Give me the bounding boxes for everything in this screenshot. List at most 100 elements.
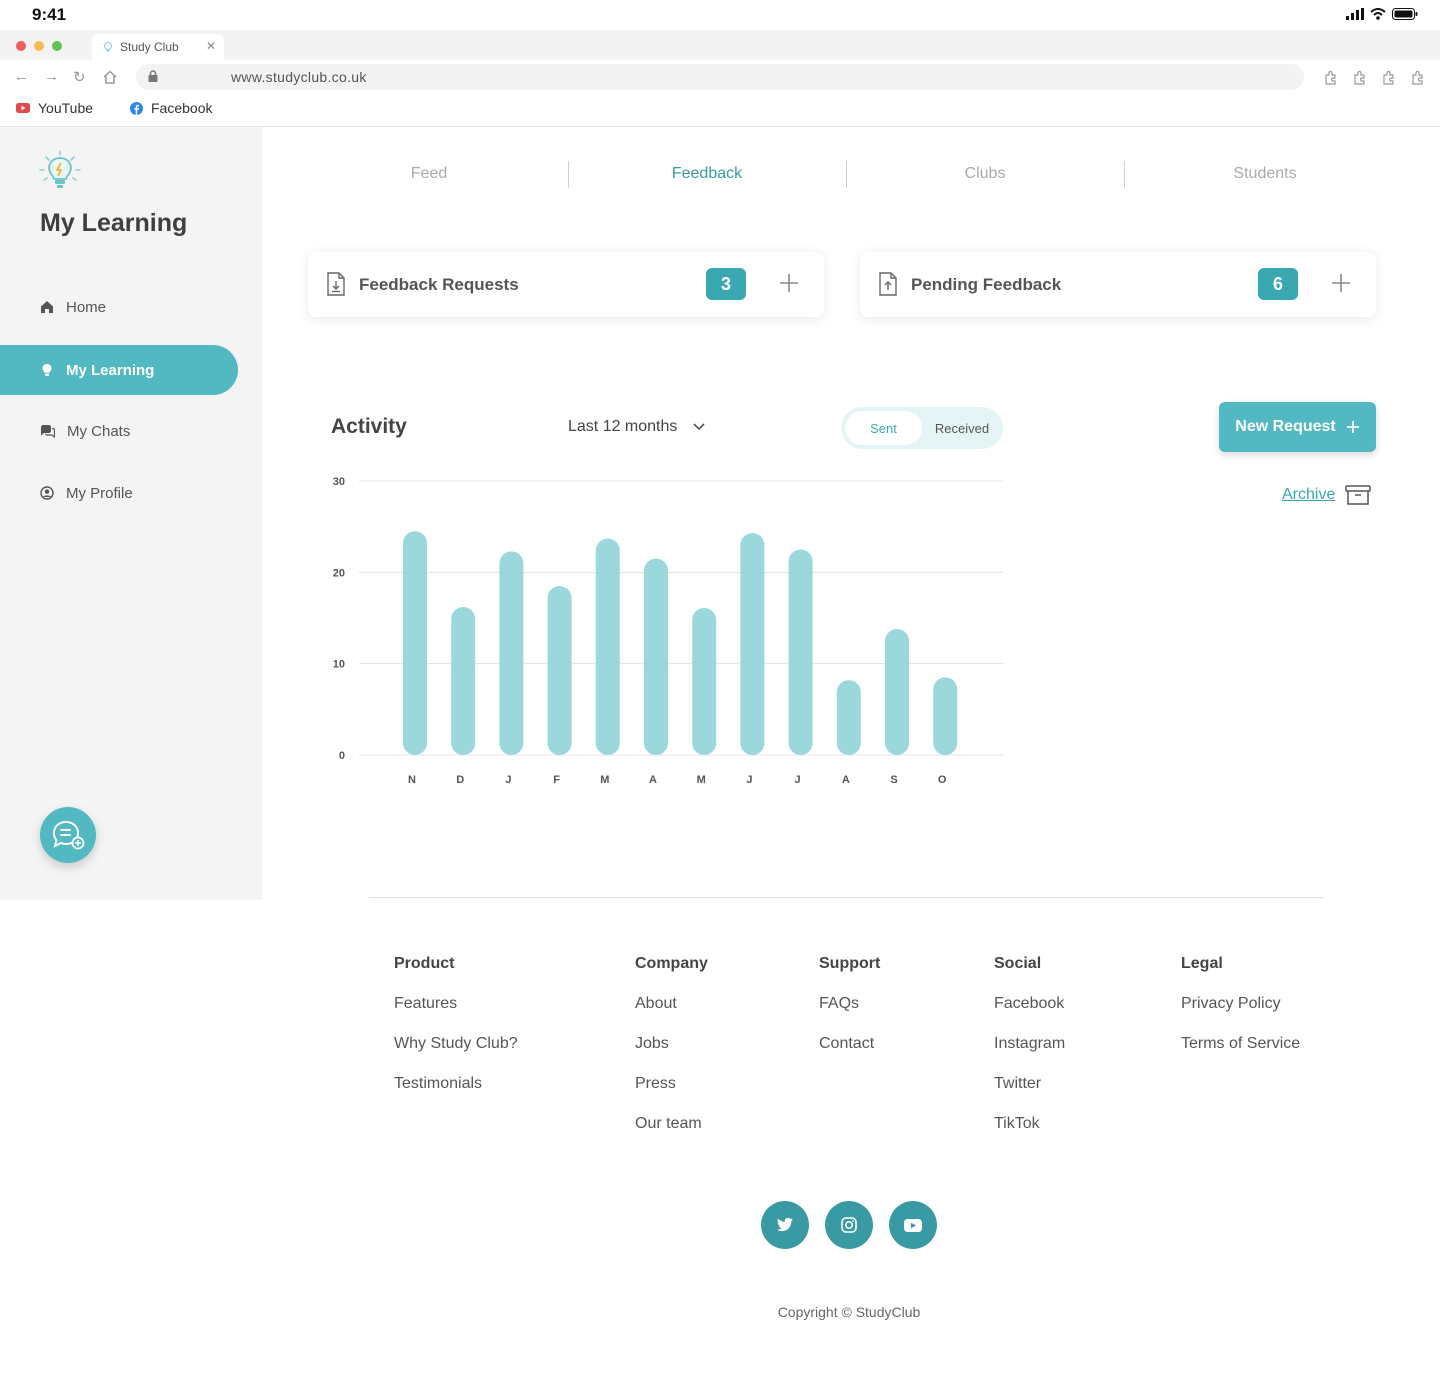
range-select[interactable]: Last 12 months xyxy=(568,418,705,436)
footer-link[interactable]: Facebook xyxy=(994,995,1065,1035)
youtube-icon xyxy=(16,103,30,113)
sidebar-item-home[interactable]: Home xyxy=(0,282,238,332)
footer-link[interactable]: Terms of Service xyxy=(1181,1035,1300,1075)
tab-students[interactable]: Students xyxy=(1126,165,1404,183)
footer-link[interactable]: FAQs xyxy=(819,995,880,1035)
x-tick-label: A xyxy=(649,774,657,786)
home-icon xyxy=(41,301,53,313)
footer-link[interactable]: Why Study Club? xyxy=(394,1035,518,1075)
x-tick-label: J xyxy=(795,774,801,786)
forward-icon[interactable]: → xyxy=(44,68,59,85)
home-nav-icon[interactable] xyxy=(103,70,117,84)
footer-link[interactable]: Privacy Policy xyxy=(1181,995,1300,1035)
address-bar[interactable]: www.studyclub.co.uk xyxy=(136,64,1304,90)
y-tick-label: 20 xyxy=(333,567,345,579)
footer-link[interactable]: Features xyxy=(394,995,518,1035)
favicon-icon xyxy=(104,42,112,52)
tab-clubs[interactable]: Clubs xyxy=(846,165,1124,183)
chart-bar xyxy=(740,533,765,755)
add-icon[interactable] xyxy=(778,272,800,294)
footer-link[interactable]: Instagram xyxy=(994,1035,1065,1075)
extension-icon[interactable] xyxy=(1323,69,1339,85)
chart-bar xyxy=(836,680,861,755)
extension-icon[interactable] xyxy=(1410,69,1426,85)
footer-column-social: Social Facebook Instagram Twitter TikTok xyxy=(994,955,1065,1155)
footer-heading: Social xyxy=(994,955,1042,972)
pending-feedback-card[interactable]: Pending Feedback 6 xyxy=(860,252,1376,317)
sidebar-item-label: Home xyxy=(66,298,107,316)
x-tick-label: S xyxy=(890,774,897,786)
tab-title: Study Club xyxy=(120,40,179,54)
wifi-icon xyxy=(1370,8,1386,20)
back-icon[interactable]: ← xyxy=(14,68,29,85)
footer-link[interactable]: Twitter xyxy=(994,1075,1065,1115)
x-tick-label: A xyxy=(842,774,850,786)
extension-icon[interactable] xyxy=(1381,69,1397,85)
footer-link[interactable]: Contact xyxy=(819,1035,880,1075)
browser-navbar: ← → ↻ www.studyclub.co.uk xyxy=(0,60,1440,94)
feedback-requests-card[interactable]: Feedback Requests 3 xyxy=(308,252,824,317)
card-label: Pending Feedback xyxy=(911,275,1062,294)
y-tick-label: 30 xyxy=(333,476,345,488)
activity-bar-chart: 0 10 20 30 N D J F M A M J J A S O xyxy=(333,476,1003,786)
twitter-icon xyxy=(776,1217,793,1232)
new-request-button[interactable]: New Request xyxy=(1219,402,1376,452)
chevron-down-icon xyxy=(693,423,705,431)
y-tick-label: 0 xyxy=(339,750,345,762)
sidebar-item-my-chats[interactable]: My Chats xyxy=(0,406,238,456)
status-bar: 9:41 xyxy=(0,0,1440,30)
footer-column-support: Support FAQs Contact xyxy=(819,955,880,1075)
new-chat-icon xyxy=(52,820,85,850)
footer-link[interactable]: Our team xyxy=(635,1115,708,1155)
lightbulb-icon xyxy=(42,364,52,376)
bookmark-youtube[interactable]: YouTube xyxy=(16,100,93,116)
sidebar-item-my-profile[interactable]: My Profile xyxy=(0,468,238,518)
activity-title: Activity xyxy=(331,415,407,438)
minimize-window-button[interactable] xyxy=(34,41,44,51)
count-badge: 6 xyxy=(1258,268,1298,300)
add-icon[interactable] xyxy=(1330,272,1352,294)
sidebar-item-label: My Learning xyxy=(66,361,155,379)
instagram-icon xyxy=(841,1217,857,1233)
archive-link[interactable]: Archive xyxy=(1282,485,1372,505)
tab-divider xyxy=(1124,161,1125,188)
status-icons xyxy=(1346,8,1418,20)
bookmarks-bar: YouTube Facebook xyxy=(0,94,1440,127)
chart-bar xyxy=(692,607,717,755)
tab-feedback[interactable]: Feedback xyxy=(568,165,846,183)
chart-bar xyxy=(547,586,572,755)
reload-icon[interactable]: ↻ xyxy=(73,68,86,86)
social-links xyxy=(761,1201,937,1249)
close-tab-icon[interactable]: ✕ xyxy=(206,39,216,53)
youtube-button[interactable] xyxy=(889,1201,937,1249)
profile-icon xyxy=(40,486,54,500)
twitter-button[interactable] xyxy=(761,1201,809,1249)
x-tick-label: D xyxy=(456,774,464,786)
instagram-button[interactable] xyxy=(825,1201,873,1249)
extension-icon[interactable] xyxy=(1352,69,1368,85)
maximize-window-button[interactable] xyxy=(52,41,62,51)
footer-link[interactable]: Jobs xyxy=(635,1035,708,1075)
chart-bar xyxy=(499,551,524,755)
tab-feed[interactable]: Feed xyxy=(290,165,568,183)
footer-link[interactable]: Press xyxy=(635,1075,708,1115)
footer-link[interactable]: About xyxy=(635,995,708,1035)
chat-icon xyxy=(41,425,55,438)
toggle-sent[interactable]: Sent xyxy=(845,411,922,445)
toggle-received[interactable]: Received xyxy=(925,411,999,445)
browser-tab[interactable]: Study Club ✕ xyxy=(92,34,224,60)
new-chat-button[interactable] xyxy=(40,807,96,863)
sidebar-item-my-learning[interactable]: My Learning xyxy=(0,345,238,395)
close-window-button[interactable] xyxy=(16,41,26,51)
x-tick-label: M xyxy=(600,774,609,786)
footer-link[interactable]: TikTok xyxy=(994,1115,1065,1155)
archive-box-icon xyxy=(1345,485,1372,505)
bookmark-facebook[interactable]: Facebook xyxy=(130,100,212,116)
plus-icon xyxy=(1346,421,1359,433)
file-upload-icon xyxy=(879,272,897,296)
range-select-value: Last 12 months xyxy=(568,418,678,435)
sidebar-item-label: My Profile xyxy=(66,484,133,502)
chart-bar xyxy=(644,558,668,755)
browser-tabstrip: Study Club ✕ xyxy=(0,30,1440,60)
footer-link[interactable]: Testimonials xyxy=(394,1075,518,1115)
